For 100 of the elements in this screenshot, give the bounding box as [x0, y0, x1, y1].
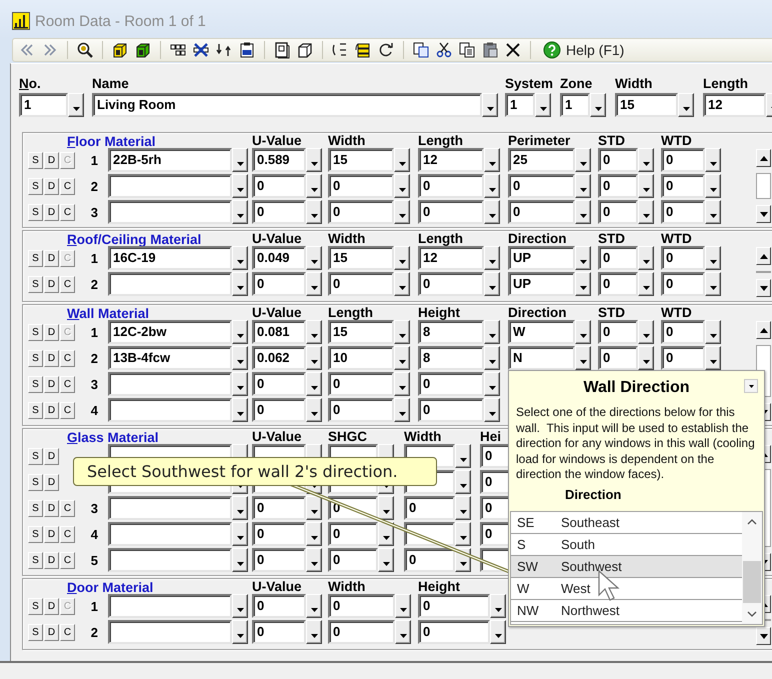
input-field[interactable]: 0: [508, 174, 575, 198]
section-link[interactable]: Roof/Ceiling Material: [67, 232, 202, 247]
input-field[interactable]: 1: [19, 93, 68, 117]
input-field[interactable]: 0.589: [252, 148, 306, 172]
input-field[interactable]: 0.062: [252, 346, 306, 370]
row-button[interactable]: D: [44, 552, 59, 568]
input-field[interactable]: 0: [598, 148, 638, 172]
row-button[interactable]: S: [28, 178, 43, 194]
input-field[interactable]: 25: [508, 148, 575, 172]
input-field[interactable]: 15: [328, 320, 394, 344]
input-field[interactable]: 0: [404, 548, 455, 572]
direction-option[interactable]: SW Southwest: [511, 556, 742, 578]
row-button[interactable]: S: [28, 324, 43, 340]
input-field[interactable]: 0: [418, 174, 484, 198]
input-field[interactable]: 0: [328, 398, 394, 422]
row-button[interactable]: D: [44, 152, 59, 168]
row-button[interactable]: C: [60, 376, 75, 392]
input-field[interactable]: Living Room: [92, 93, 482, 117]
row-button[interactable]: D: [44, 402, 59, 418]
input-field[interactable]: 0: [661, 346, 705, 370]
input-field[interactable]: 0: [661, 246, 705, 270]
input-field[interactable]: 0: [252, 372, 306, 396]
row-button[interactable]: S: [28, 376, 43, 392]
row-button[interactable]: C: [60, 350, 75, 366]
input-field[interactable]: 0: [418, 200, 484, 224]
row-button[interactable]: S: [28, 350, 43, 366]
input-field[interactable]: 0: [598, 174, 638, 198]
row-button[interactable]: S: [28, 598, 43, 614]
input-field[interactable]: 0: [252, 272, 306, 296]
input-field[interactable]: 0: [252, 496, 306, 520]
input-field[interactable]: UP: [508, 272, 575, 296]
input-field[interactable]: 0: [252, 200, 306, 224]
row-button[interactable]: C: [60, 526, 75, 542]
input-field[interactable]: 0: [328, 548, 378, 572]
input-field[interactable]: 0: [598, 246, 638, 270]
row-button[interactable]: S: [28, 526, 43, 542]
input-field[interactable]: 15: [328, 148, 394, 172]
input-field[interactable]: 0: [328, 174, 394, 198]
input-field[interactable]: 0: [252, 620, 306, 644]
row-button[interactable]: S: [28, 402, 43, 418]
input-field[interactable]: 13B-4fcw: [108, 346, 232, 370]
input-field[interactable]: N: [508, 346, 575, 370]
row-button[interactable]: D: [44, 526, 59, 542]
section-link[interactable]: Glass Material: [67, 430, 159, 445]
input-field[interactable]: 10: [328, 346, 394, 370]
input-field[interactable]: 0.049: [252, 246, 306, 270]
input-field[interactable]: 12: [703, 93, 766, 117]
input-field[interactable]: 0: [598, 200, 638, 224]
row-button[interactable]: S: [28, 474, 43, 490]
input-field[interactable]: 0: [661, 272, 705, 296]
row-button[interactable]: D: [44, 204, 59, 220]
input-field[interactable]: 1: [560, 93, 590, 117]
input-field[interactable]: 0: [328, 522, 378, 546]
input-field[interactable]: 0: [661, 174, 705, 198]
section-link[interactable]: Floor Material: [67, 134, 156, 149]
row-button[interactable]: D: [44, 598, 59, 614]
input-field[interactable]: 12: [418, 246, 484, 270]
row-button[interactable]: D: [44, 276, 59, 292]
input-field[interactable]: 0: [508, 200, 575, 224]
input-field[interactable]: 0: [328, 372, 394, 396]
input-field[interactable]: W: [508, 320, 575, 344]
input-field[interactable]: 15: [615, 93, 678, 117]
row-button[interactable]: S: [28, 204, 43, 220]
row-button[interactable]: S: [28, 276, 43, 292]
input-field[interactable]: 0: [252, 174, 306, 198]
input-field[interactable]: 0: [328, 594, 395, 618]
input-field[interactable]: 16C-19: [108, 246, 232, 270]
input-field[interactable]: 1: [505, 93, 535, 117]
input-field[interactable]: 0: [418, 398, 484, 422]
row-button[interactable]: S: [28, 552, 43, 568]
row-button[interactable]: D: [44, 500, 59, 516]
help-button[interactable]: Help (F1): [539, 41, 628, 59]
input-field[interactable]: 0: [252, 548, 306, 572]
row-button[interactable]: C: [60, 178, 75, 194]
input-field[interactable]: 8: [418, 346, 484, 370]
row-button[interactable]: D: [44, 178, 59, 194]
input-field[interactable]: 12C-2bw: [108, 320, 232, 344]
row-button[interactable]: D: [44, 474, 59, 490]
row-button[interactable]: S: [28, 152, 43, 168]
row-button[interactable]: C: [60, 276, 75, 292]
input-field[interactable]: 8: [418, 320, 484, 344]
row-button[interactable]: C: [60, 402, 75, 418]
section-link[interactable]: Door Material: [67, 580, 154, 595]
row-button[interactable]: S: [28, 250, 43, 266]
input-field[interactable]: 0: [661, 148, 705, 172]
row-button[interactable]: C: [60, 204, 75, 220]
input-field[interactable]: 12: [418, 148, 484, 172]
input-field[interactable]: 0: [598, 346, 638, 370]
section-link[interactable]: Wall Material: [67, 306, 150, 321]
row-button[interactable]: S: [28, 500, 43, 516]
row-button[interactable]: C: [60, 500, 75, 516]
input-field[interactable]: 0: [404, 496, 455, 520]
row-button[interactable]: S: [28, 448, 43, 464]
row-button[interactable]: C: [60, 552, 75, 568]
input-field[interactable]: 0.081: [252, 320, 306, 344]
input-field[interactable]: 0: [418, 594, 490, 618]
input-field[interactable]: 0: [328, 200, 394, 224]
input-field[interactable]: 0: [252, 522, 306, 546]
input-field[interactable]: 15: [328, 246, 394, 270]
row-button[interactable]: D: [44, 350, 59, 366]
